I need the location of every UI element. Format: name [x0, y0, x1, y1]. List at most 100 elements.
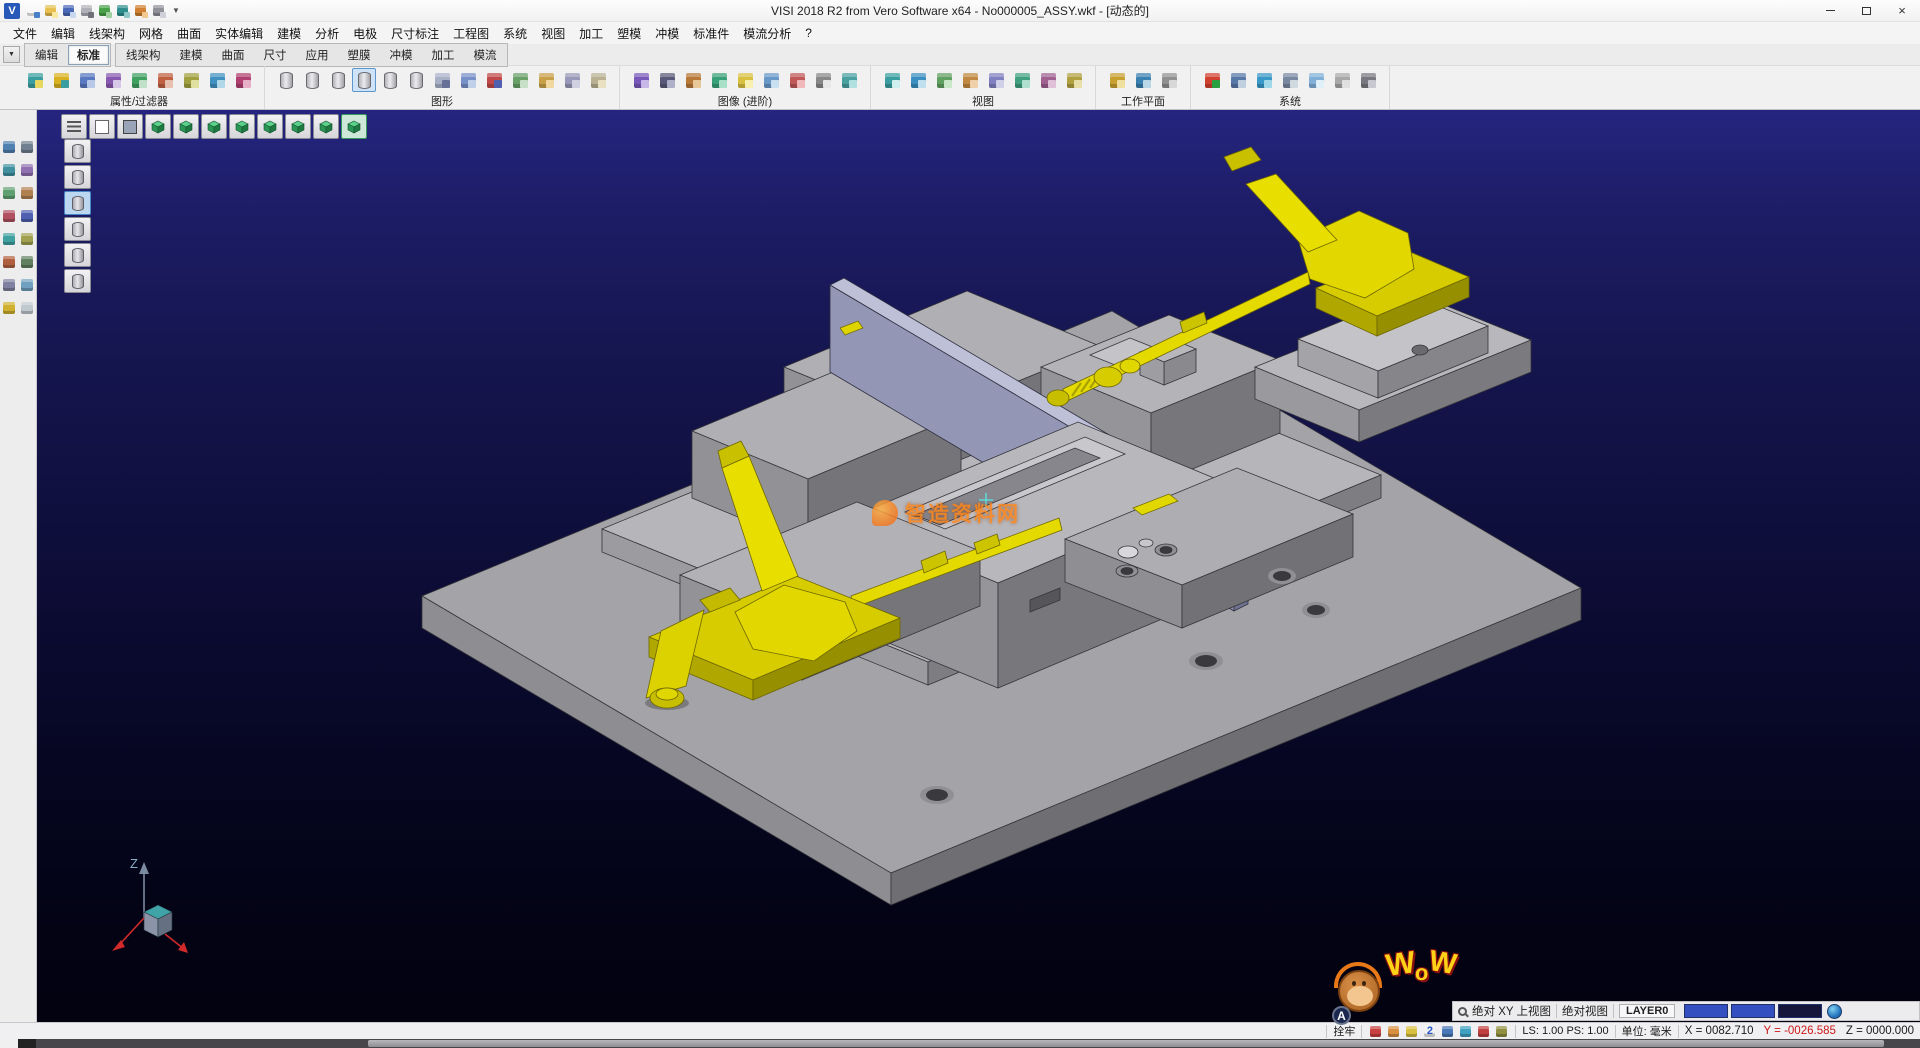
grid-icon[interactable]	[508, 68, 532, 92]
workplane-align-icon[interactable]	[1131, 68, 1155, 92]
select-tool-icon[interactable]	[2, 140, 17, 155]
layer-box-6-icon[interactable]	[404, 68, 428, 92]
menu-electrode[interactable]: 电极	[346, 23, 384, 44]
tab-application[interactable]: 应用	[297, 45, 338, 65]
measure-tool-icon[interactable]	[2, 232, 17, 247]
section-view-icon[interactable]	[785, 68, 809, 92]
redo-icon[interactable]	[115, 3, 131, 19]
annotations-icon[interactable]	[586, 68, 610, 92]
draft-analysis-icon[interactable]	[837, 68, 861, 92]
menu-system[interactable]: 系统	[496, 23, 534, 44]
light-icon[interactable]	[733, 68, 757, 92]
reset-filter-icon[interactable]	[231, 68, 255, 92]
layers-panel-icon[interactable]	[560, 68, 584, 92]
print-icon[interactable]	[79, 3, 95, 19]
iso-view-7-icon[interactable]	[313, 114, 339, 139]
tab-machining[interactable]: 加工	[423, 45, 464, 65]
plot-icon[interactable]	[1356, 68, 1380, 92]
grid-snap-icon[interactable]	[20, 278, 35, 293]
maximize-button[interactable]	[1848, 0, 1884, 21]
rotate-tool-icon[interactable]	[20, 163, 35, 178]
delete-tool-icon[interactable]	[2, 255, 17, 270]
layer-filter-icon[interactable]	[75, 68, 99, 92]
undo-icon[interactable]	[97, 3, 113, 19]
rotate-view-icon[interactable]	[958, 68, 982, 92]
menu-solid-edit[interactable]: 实体编辑	[208, 23, 270, 44]
minimize-button[interactable]	[1812, 0, 1848, 21]
attributes-icon[interactable]	[23, 68, 47, 92]
zoom-window-icon[interactable]	[906, 68, 930, 92]
layer-box-5-icon[interactable]	[378, 68, 402, 92]
bucket-4-icon[interactable]	[64, 217, 91, 241]
menu-help[interactable]: ?	[798, 24, 819, 42]
open-file-icon[interactable]	[43, 3, 59, 19]
bucket-1-icon[interactable]	[64, 139, 91, 163]
view-wireframe-icon[interactable]	[430, 68, 454, 92]
render-mode-icon[interactable]	[629, 68, 653, 92]
iso-view-1-icon[interactable]	[145, 114, 171, 139]
move-tool-icon[interactable]	[2, 163, 17, 178]
view-normal-icon[interactable]	[1036, 68, 1060, 92]
color-panel[interactable]	[1684, 1004, 1728, 1018]
texture-icon[interactable]	[707, 68, 731, 92]
image-plane-icon[interactable]	[534, 68, 558, 92]
mirror-tool-icon[interactable]	[2, 186, 17, 201]
scrollbar-left-box[interactable]	[0, 1039, 18, 1048]
menu-view[interactable]: 视图	[534, 23, 572, 44]
dimension-tool-icon[interactable]	[20, 232, 35, 247]
menu-drawing[interactable]: 工程图	[446, 23, 496, 44]
monitor-icon[interactable]	[1226, 68, 1250, 92]
menu-machining[interactable]: 加工	[572, 23, 610, 44]
menu-mesh[interactable]: 网格	[132, 23, 170, 44]
bucket-2-icon[interactable]	[64, 165, 91, 189]
layer-box-3-icon[interactable]	[326, 68, 350, 92]
bucket-6-icon[interactable]	[64, 269, 91, 293]
offset-tool-icon[interactable]	[20, 186, 35, 201]
tab-modeling[interactable]: 建模	[171, 45, 212, 65]
tab-edit[interactable]: 编辑	[26, 45, 67, 65]
tab-dimension[interactable]: 尺寸	[255, 45, 296, 65]
scrollbar-left-box-dark[interactable]	[18, 1039, 36, 1048]
grid-settings-icon[interactable]	[1330, 68, 1354, 92]
view-shaded-icon[interactable]	[456, 68, 480, 92]
menu-surface[interactable]: 曲面	[170, 23, 208, 44]
system-colors-icon[interactable]	[1200, 68, 1224, 92]
quick-filter-icon[interactable]	[205, 68, 229, 92]
refresh-view-icon[interactable]	[1062, 68, 1086, 92]
menu-dimension[interactable]: 尺寸标注	[384, 23, 446, 44]
color-panel[interactable]	[1778, 1004, 1822, 1018]
iso-view-8-icon[interactable]	[341, 114, 367, 139]
menu-mold[interactable]: 塑模	[610, 23, 648, 44]
transparency-icon[interactable]	[759, 68, 783, 92]
menu-modeling[interactable]: 建模	[270, 23, 308, 44]
color-panel[interactable]	[1731, 1004, 1775, 1018]
snap-settings-icon[interactable]	[2, 278, 17, 293]
linetype-filter-icon[interactable]	[101, 68, 125, 92]
menu-file[interactable]: 文件	[6, 23, 44, 44]
layer-box-4-icon[interactable]	[352, 68, 376, 92]
zebra-icon[interactable]	[811, 68, 835, 92]
trim-tool-icon[interactable]	[2, 209, 17, 224]
view-plane-shaded-icon[interactable]	[117, 114, 143, 139]
clipboard-icon[interactable]	[20, 301, 35, 316]
table-icon[interactable]	[1278, 68, 1302, 92]
new-file-icon[interactable]	[25, 3, 41, 19]
scissors-icon[interactable]	[20, 140, 35, 155]
undo-tool-icon[interactable]	[20, 255, 35, 270]
qat-dropdown-icon[interactable]: ▼	[167, 6, 185, 15]
tab-surface[interactable]: 曲面	[213, 45, 254, 65]
tabbar-dropdown-icon[interactable]: ▼	[3, 46, 20, 63]
scrollbar-thumb[interactable]	[368, 1040, 1884, 1047]
iso-view-5-icon[interactable]	[257, 114, 283, 139]
globe-icon[interactable]	[1827, 1004, 1842, 1019]
menu-edit[interactable]: 编辑	[44, 23, 82, 44]
workplane-create-icon[interactable]	[1105, 68, 1129, 92]
menu-standard-parts[interactable]: 标准件	[686, 23, 736, 44]
viewport-3d[interactable]	[37, 110, 1920, 1022]
attract-icon[interactable]	[482, 68, 506, 92]
selection-filter-icon[interactable]	[179, 68, 203, 92]
view-plane-light-icon[interactable]	[89, 114, 115, 139]
menu-die[interactable]: 冲模	[648, 23, 686, 44]
tab-die[interactable]: 冲模	[381, 45, 422, 65]
layer-box-1-icon[interactable]	[274, 68, 298, 92]
